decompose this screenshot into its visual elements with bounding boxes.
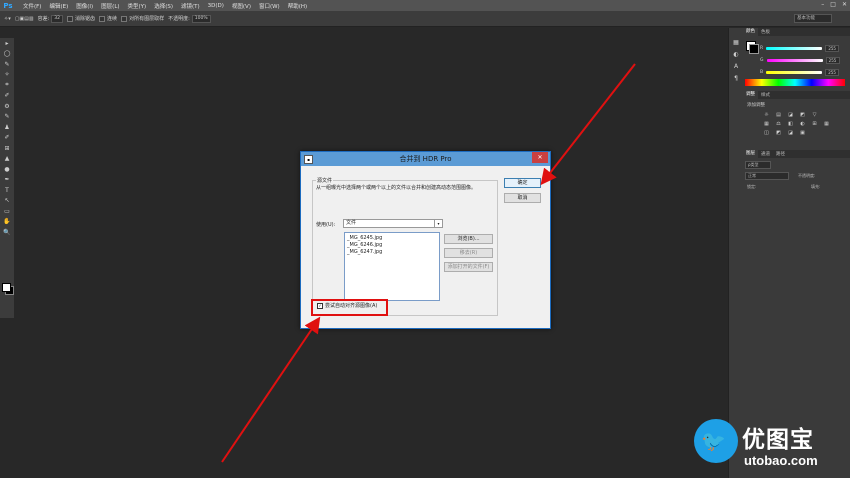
arrow-to-ok-button xyxy=(540,63,636,186)
watermark-url: utobao.com xyxy=(744,453,818,468)
arrow-to-auto-align xyxy=(221,316,321,463)
watermark-text: 优图宝 xyxy=(742,427,814,453)
annotation-arrows xyxy=(221,63,636,463)
bird-icon: 🐦 xyxy=(701,429,726,453)
